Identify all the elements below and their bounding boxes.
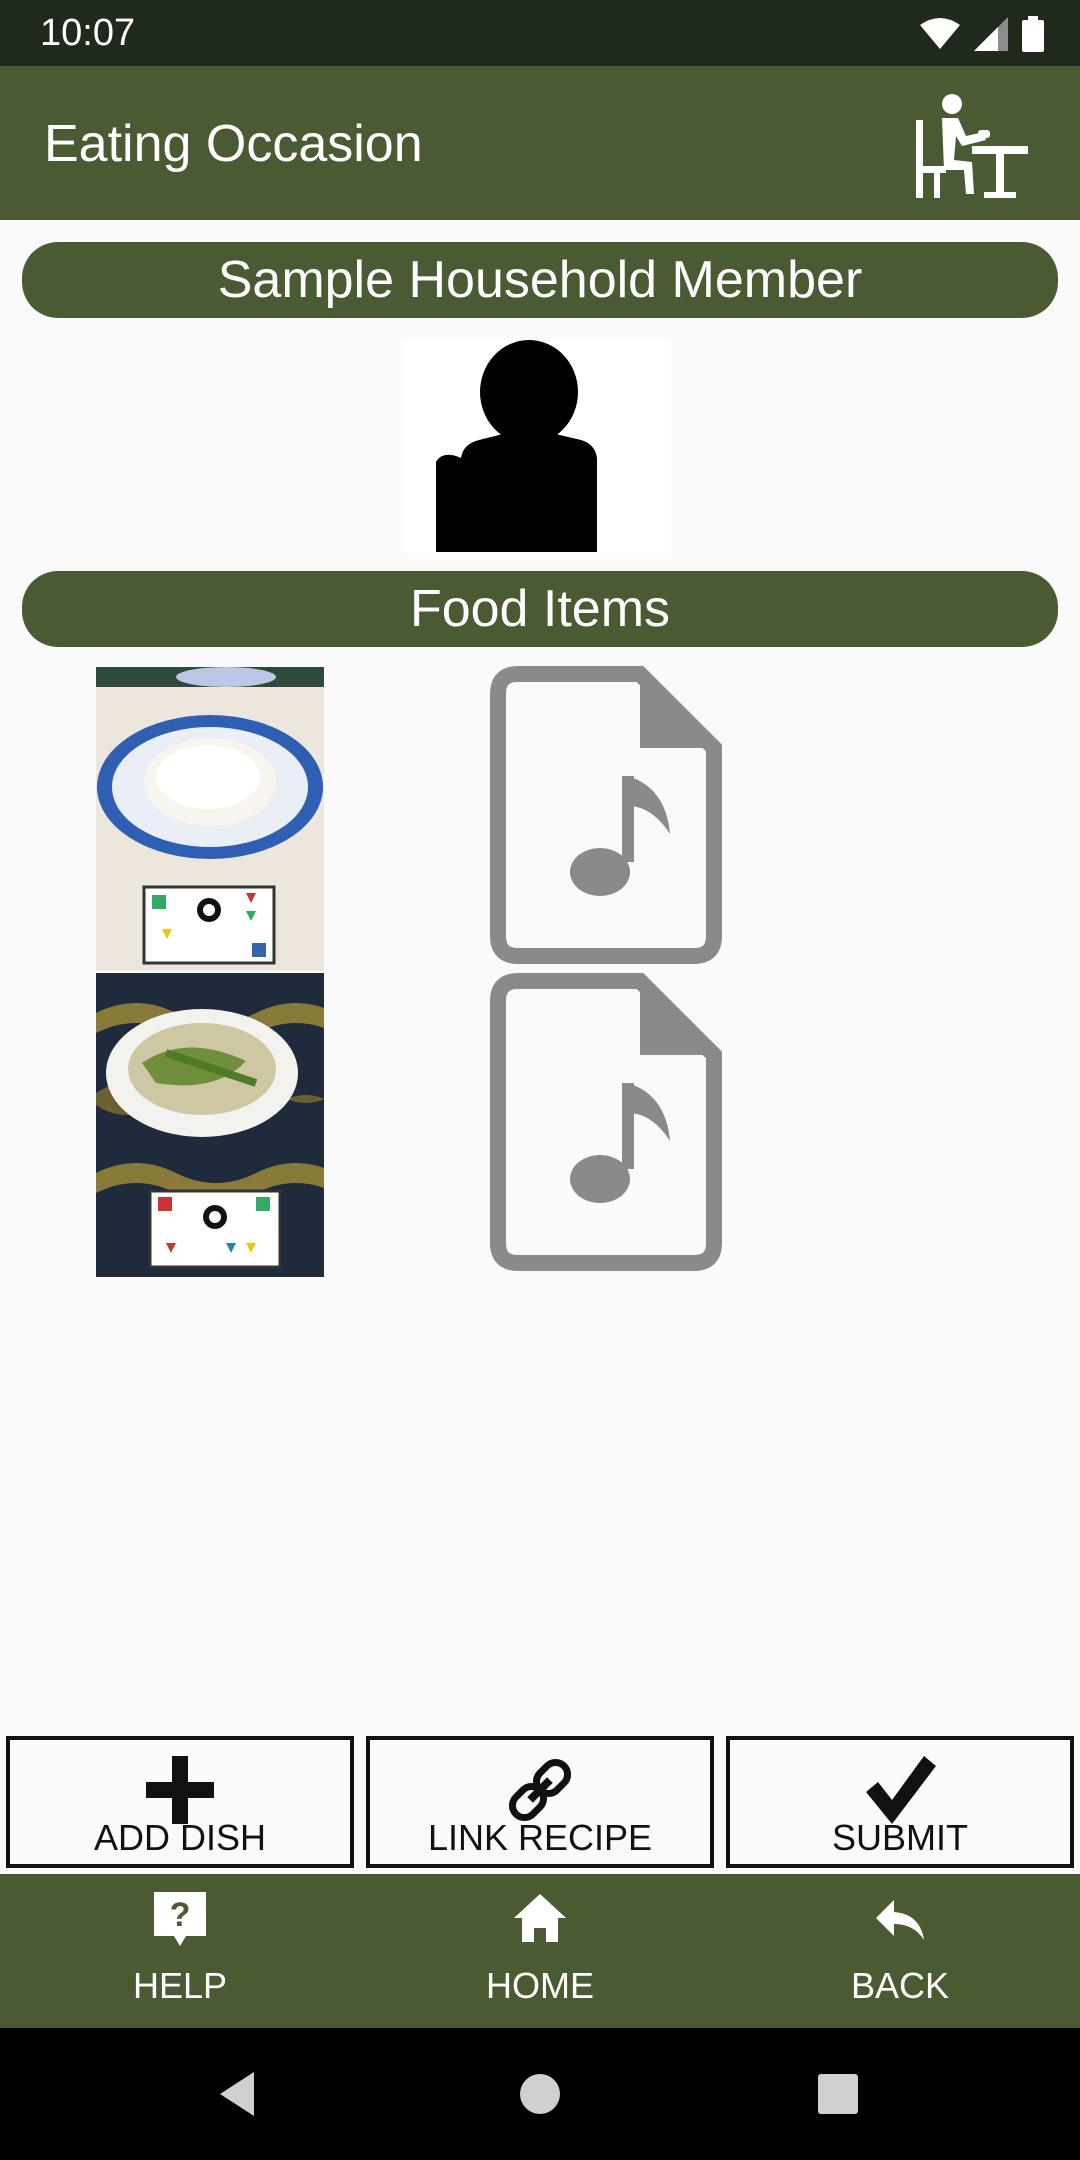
help-icon: ? bbox=[154, 1892, 206, 1946]
help-label: HELP bbox=[132, 1965, 228, 2006]
member-section-header: Sample Household Member bbox=[22, 242, 1058, 318]
food-photo-rice[interactable] bbox=[96, 667, 324, 971]
food-items-header: Food Items bbox=[22, 571, 1058, 647]
link-recipe-label: LINK RECIPE bbox=[427, 1817, 653, 1858]
status-bar: 10:07 bbox=[0, 0, 1080, 66]
audio-file-icon[interactable] bbox=[490, 666, 722, 964]
system-recents-icon[interactable] bbox=[808, 2064, 868, 2124]
submit-button[interactable]: SUBMIT bbox=[726, 1736, 1074, 1868]
person-silhouette-icon bbox=[436, 340, 597, 552]
add-dish-label: ADD DISH bbox=[93, 1817, 267, 1858]
food-photo-noodle-soup[interactable] bbox=[96, 973, 324, 1277]
status-time: 10:07 bbox=[40, 12, 136, 54]
link-recipe-button[interactable]: LINK RECIPE bbox=[366, 1736, 714, 1868]
app-bar: Eating Occasion bbox=[0, 66, 1080, 220]
home-icon bbox=[514, 1894, 566, 1942]
system-home-icon[interactable] bbox=[510, 2064, 570, 2124]
submit-label: SUBMIT bbox=[831, 1817, 968, 1858]
battery-icon bbox=[1022, 16, 1044, 52]
plate-of-rice-photo bbox=[96, 667, 324, 971]
wifi-icon bbox=[920, 18, 960, 49]
audio-file-icon[interactable] bbox=[490, 973, 722, 1271]
bottom-nav: ? HELP HOME BACK bbox=[0, 1874, 1080, 2028]
reply-arrow-icon bbox=[876, 1900, 924, 1940]
nav-help[interactable]: ? HELP bbox=[0, 1874, 360, 2028]
avatar[interactable] bbox=[403, 340, 671, 553]
nav-home[interactable]: HOME bbox=[360, 1874, 720, 2028]
back-label: BACK bbox=[850, 1965, 950, 2006]
system-nav-bar bbox=[0, 2028, 1080, 2160]
cellular-signal-icon bbox=[974, 17, 1008, 51]
svg-text:?: ? bbox=[170, 1896, 191, 1934]
home-label: HOME bbox=[486, 1965, 594, 2006]
bowl-of-noodle-soup-photo bbox=[96, 973, 324, 1277]
system-back-icon[interactable] bbox=[210, 2064, 270, 2124]
add-dish-button[interactable]: ADD DISH bbox=[6, 1736, 354, 1868]
nav-back[interactable]: BACK bbox=[720, 1874, 1080, 2028]
status-icons bbox=[920, 14, 1044, 54]
dining-person-icon bbox=[916, 94, 1028, 198]
page-title: Eating Occasion bbox=[44, 115, 423, 173]
